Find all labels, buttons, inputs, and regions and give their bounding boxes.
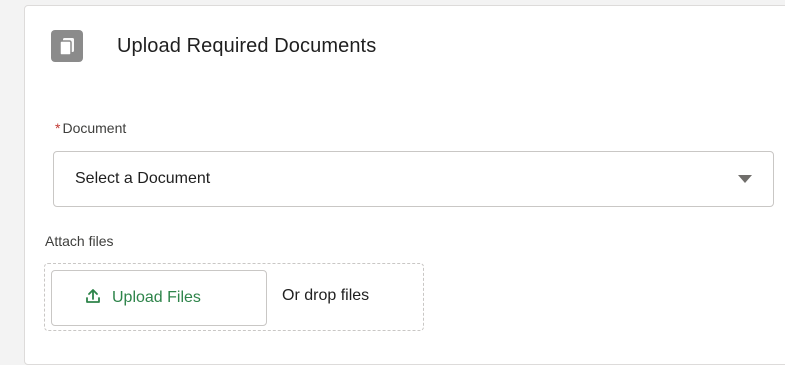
chevron-down-icon [738,175,752,183]
document-label-text: Document [62,120,127,136]
upload-files-button[interactable]: Upload Files [51,270,267,326]
document-field-label: * Document [55,120,126,136]
document-icon [51,30,83,62]
card-header: Upload Required Documents [51,30,376,62]
document-select-value: Select a Document [75,170,211,187]
document-select[interactable]: Select a Document [53,151,774,207]
upload-icon-svg [86,288,100,303]
card-title: Upload Required Documents [117,34,377,57]
required-marker: * [55,120,61,136]
document-icon-svg [59,38,74,56]
attach-files-label: Attach files [45,233,114,249]
upload-files-label: Upload Files [112,289,201,306]
upload-icon [85,288,101,309]
drop-files-text: Or drop files [282,287,370,304]
